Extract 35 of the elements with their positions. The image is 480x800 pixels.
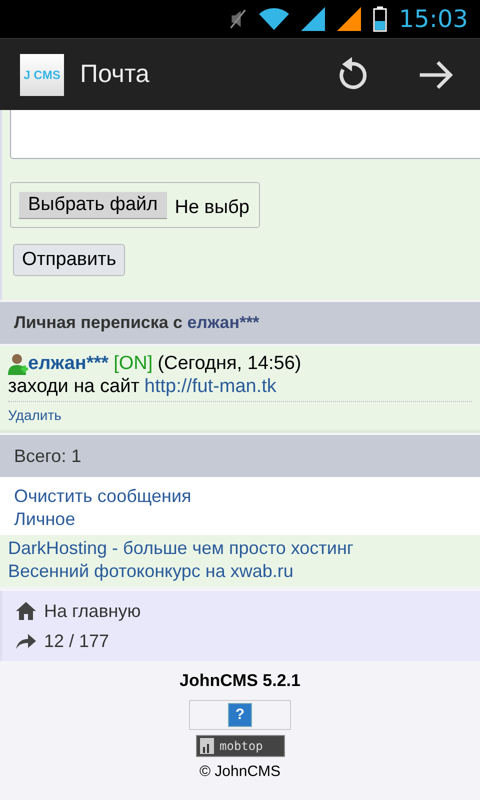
version-label: JohnCMS 5.2.1 — [180, 671, 300, 691]
choose-file-button[interactable]: Выбрать файл — [19, 192, 167, 218]
action-link[interactable]: Личное — [14, 508, 76, 531]
clock: 15:03 — [398, 5, 468, 33]
counter-badge[interactable]: mobtop — [196, 735, 284, 757]
copyright: © JohnCMS — [199, 763, 281, 780]
total-count: Всего: 1 — [14, 446, 82, 466]
wifi-icon — [258, 8, 289, 30]
delete-link[interactable]: Удалить — [8, 407, 62, 423]
home-link[interactable]: На главную — [44, 599, 141, 623]
user-icon — [8, 352, 28, 374]
home-icon — [16, 602, 36, 620]
app-logo: J CMS — [20, 54, 64, 96]
file-input[interactable]: Выбрать файл Не выбр — [10, 182, 260, 228]
signal-icon — [300, 7, 325, 31]
message-text: заходи на сайт — [8, 375, 140, 398]
app-title: Почта — [80, 60, 150, 89]
action-link[interactable]: Очистить сообщения — [14, 485, 192, 508]
message-time: (Сегодня, 14:56) — [158, 352, 302, 375]
author-name[interactable]: елжан*** — [28, 352, 109, 375]
online-status: [ON] — [114, 352, 153, 375]
bar-chart-icon — [200, 738, 214, 754]
muted-speaker-icon — [228, 8, 247, 30]
send-button[interactable]: Отправить — [13, 244, 126, 276]
ad-link[interactable]: Весенний фотоконкурс на xwab.ru — [8, 560, 294, 583]
help-badge[interactable]: ? — [228, 703, 252, 727]
file-status: Не выбр — [174, 197, 250, 219]
battery-icon — [372, 6, 387, 32]
visit-counter: 12 / 177 — [44, 630, 110, 653]
signal-icon — [336, 7, 361, 31]
thread-header: Личная переписка с елжан*** — [14, 313, 260, 333]
ad-link[interactable]: DarkHosting - больше чем просто хостинг — [8, 537, 354, 560]
message-link[interactable]: http://fut-man.tk — [144, 375, 276, 398]
message-field[interactable] — [10, 110, 480, 159]
share-arrow-icon — [16, 633, 36, 649]
